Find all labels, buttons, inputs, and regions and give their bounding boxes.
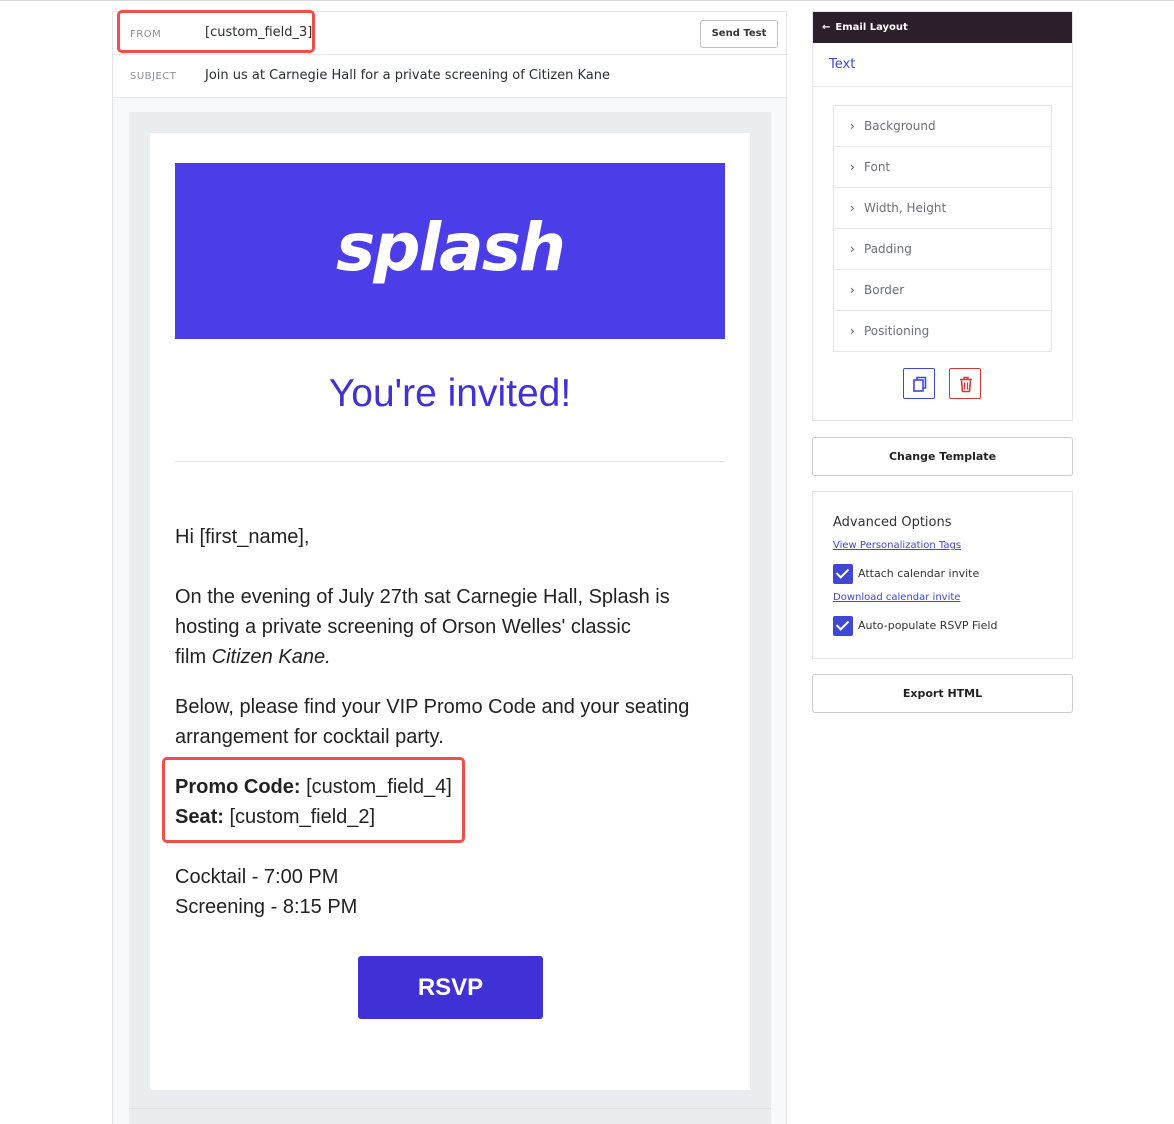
- splash-logo: splash: [336, 209, 566, 286]
- intro-line-3: film Citizen Kane.: [175, 642, 715, 672]
- property-width-height[interactable]: › Width, Height: [834, 188, 1051, 229]
- greeting-text[interactable]: Hi [first_name],: [175, 522, 715, 552]
- export-html-button[interactable]: Export HTML: [812, 674, 1073, 713]
- hero-banner[interactable]: splash: [175, 163, 725, 339]
- property-label: Width, Height: [864, 201, 947, 215]
- property-positioning[interactable]: › Positioning: [834, 311, 1051, 351]
- arrow-left-icon[interactable]: ←: [822, 22, 830, 33]
- rsvp-button[interactable]: RSVP: [358, 956, 543, 1019]
- email-heading[interactable]: You're invited!: [175, 372, 725, 416]
- attach-calendar-checkbox[interactable]: [833, 564, 853, 584]
- copy-icon: [913, 376, 927, 392]
- tab-text[interactable]: Text: [829, 57, 855, 72]
- advanced-options-title: Advanced Options: [833, 515, 952, 530]
- from-field-highlight: [117, 10, 315, 53]
- top-border: [0, 0, 1174, 1]
- promo-block-highlight: [162, 757, 465, 843]
- email-divider: [175, 461, 725, 462]
- canvas-bottom-border: [129, 1108, 771, 1109]
- property-background[interactable]: › Background: [834, 106, 1051, 147]
- intro-paragraph[interactable]: On the evening of July 27th sat Carnegie…: [175, 582, 715, 672]
- film-title: Citizen Kane.: [211, 646, 331, 668]
- chevron-right-icon: ›: [850, 119, 855, 133]
- attach-calendar-label: Attach calendar invite: [858, 567, 980, 580]
- auto-populate-label: Auto-populate RSVP Field: [858, 619, 998, 632]
- cocktail-time: Cocktail - 7:00 PM: [175, 866, 339, 888]
- subject-field[interactable]: Join us at Carnegie Hall for a private s…: [205, 68, 610, 83]
- attach-calendar-row[interactable]: Attach calendar invite: [833, 564, 979, 584]
- trash-icon: [960, 376, 972, 393]
- property-label: Padding: [864, 242, 912, 256]
- chevron-right-icon: ›: [850, 324, 855, 338]
- auto-populate-row[interactable]: Auto-populate RSVP Field: [833, 616, 997, 636]
- promo-intro-line-1: Below, please find your VIP Promo Code a…: [175, 696, 690, 718]
- property-label: Font: [864, 160, 891, 174]
- promo-intro-paragraph[interactable]: Below, please find your VIP Promo Code a…: [175, 692, 715, 752]
- auto-populate-checkbox[interactable]: [833, 616, 853, 636]
- property-label: Positioning: [864, 324, 930, 338]
- promo-intro-line-2: arrangement for cocktail party.: [175, 726, 444, 748]
- subject-row: SUBJECT Join us at Carnegie Hall for a p…: [113, 55, 786, 98]
- intro-line-1: On the evening of July 27th sat Carnegie…: [175, 586, 670, 608]
- panel-header[interactable]: ← Email Layout: [813, 12, 1072, 43]
- send-test-button[interactable]: Send Test: [700, 20, 778, 48]
- chevron-right-icon: ›: [850, 242, 855, 256]
- view-personalization-tags-link[interactable]: View Personalization Tags: [833, 540, 961, 551]
- property-label: Background: [864, 119, 936, 133]
- schedule-block[interactable]: Cocktail - 7:00 PM Screening - 8:15 PM: [175, 862, 715, 922]
- download-calendar-link[interactable]: Download calendar invite: [833, 592, 960, 603]
- property-list: › Background › Font › Width, Height › Paddin…: [833, 105, 1052, 352]
- chevron-right-icon: ›: [850, 160, 855, 174]
- change-template-button[interactable]: Change Template: [812, 437, 1073, 476]
- delete-button[interactable]: [949, 368, 981, 399]
- screening-time: Screening - 8:15 PM: [175, 896, 358, 918]
- chevron-right-icon: ›: [850, 283, 855, 297]
- panel-title: Email Layout: [835, 22, 908, 33]
- tab-divider: [813, 86, 1072, 87]
- intro-film-prefix: film: [175, 646, 212, 668]
- property-font[interactable]: › Font: [834, 147, 1051, 188]
- duplicate-button[interactable]: [903, 368, 935, 399]
- properties-panel: ← Email Layout Text › Background › Font › Wi…: [812, 11, 1073, 421]
- chevron-right-icon: ›: [850, 201, 855, 215]
- property-padding[interactable]: › Padding: [834, 229, 1051, 270]
- property-border[interactable]: › Border: [834, 270, 1051, 311]
- property-label: Border: [864, 283, 905, 297]
- intro-line-2: hosting a private screening of Orson Wel…: [175, 616, 631, 638]
- subject-label: SUBJECT: [130, 71, 177, 82]
- advanced-options-panel: Advanced Options View Personalization Ta…: [812, 491, 1073, 659]
